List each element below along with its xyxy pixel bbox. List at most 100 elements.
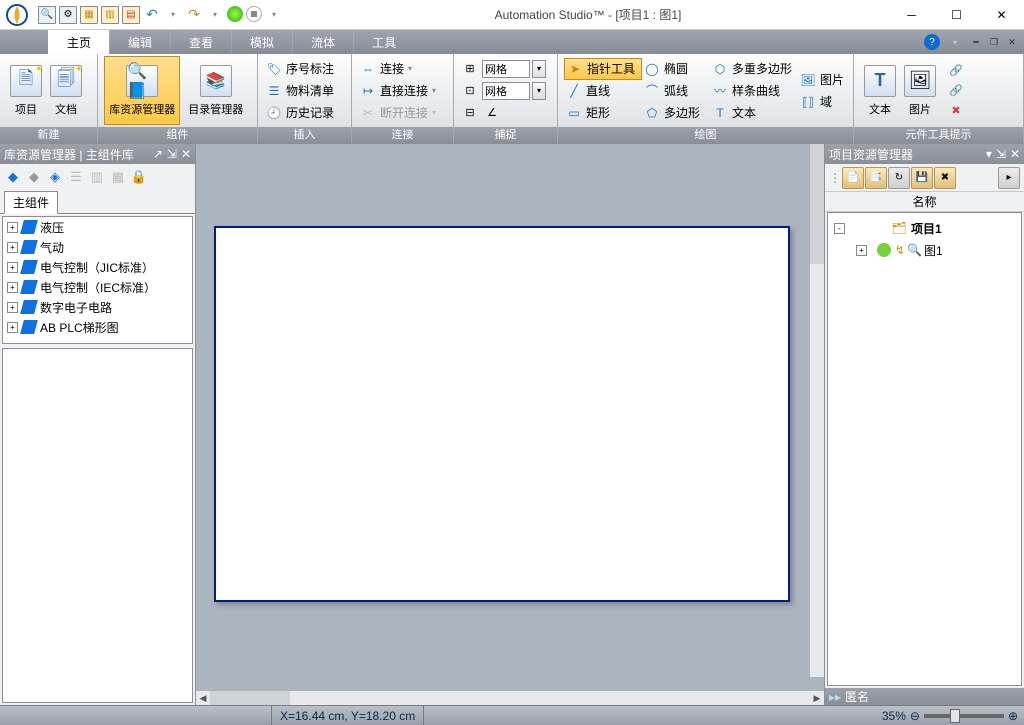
btn-history[interactable]: 🕘历史记录 [264, 102, 336, 124]
btn-tooltip-image[interactable]: 🖼 图片 [900, 56, 940, 125]
rp-more[interactable]: ▸ [998, 167, 1020, 189]
horizontal-scrollbar[interactable]: ◀▶ [196, 691, 824, 705]
unlink-icon: ✂ [360, 105, 376, 121]
qat-btn-2[interactable]: ⚙ [59, 6, 77, 24]
lt-3[interactable]: ◈ [46, 168, 64, 186]
tree-row[interactable]: +数字电子电路 [3, 297, 192, 317]
tab-fluid[interactable]: 流体 [292, 30, 353, 54]
btn-direct-connect[interactable]: ↦直接连接▾ [358, 80, 438, 102]
btn-text[interactable]: T文本 [710, 102, 798, 124]
tooltip-text-icon: T [864, 65, 896, 97]
tree-row[interactable]: +AB PLC梯形图 [3, 317, 192, 337]
drawing-page[interactable] [214, 226, 790, 602]
btn-spline[interactable]: 〰样条曲线 [710, 80, 798, 102]
rp-btn-2[interactable]: 📑 [865, 167, 887, 189]
undo-button[interactable]: ↶ [143, 6, 161, 24]
btn-serial-label[interactable]: 🏷序号标注 [264, 58, 336, 80]
qat-btn-5[interactable]: ▤ [122, 6, 140, 24]
vertical-scrollbar[interactable] [810, 144, 824, 677]
tab-home[interactable]: 主页 [48, 30, 109, 54]
subtab-main[interactable]: 主组件 [4, 191, 58, 214]
mdi-minimize[interactable]: ━ [970, 36, 982, 48]
zoom-slider[interactable] [924, 714, 1004, 718]
app-logo[interactable] [2, 1, 32, 29]
btn-tooltip-text[interactable]: T 文本 [860, 56, 900, 125]
btn-image[interactable]: 🖼图片 [798, 69, 848, 91]
zoom-out[interactable]: ⊖ [910, 709, 920, 723]
btn-bom[interactable]: ☰物料清单 [264, 80, 336, 102]
snap-btn-1[interactable]: ⊞ [460, 59, 480, 79]
lt-4[interactable]: ☰ [67, 168, 85, 186]
pin-icon[interactable]: ⇲ [996, 147, 1006, 161]
tab-simulate[interactable]: 模拟 [231, 30, 292, 54]
maximize-button[interactable]: ☐ [934, 1, 979, 29]
rp-btn-3[interactable]: ↻ [888, 167, 910, 189]
redo-button[interactable]: ↷ [185, 6, 203, 24]
stop-button[interactable] [246, 6, 262, 22]
undo-drop[interactable]: ▾ [164, 6, 182, 24]
tab-edit[interactable]: 编辑 [109, 30, 170, 54]
lt-6[interactable]: ▦ [109, 168, 127, 186]
document-node[interactable]: + ↯ 🔍 图1 [828, 239, 1021, 261]
project-tree[interactable]: - 🗂 项目1 + ↯ 🔍 图1 [827, 212, 1022, 686]
close-button[interactable]: ✕ [979, 1, 1024, 29]
btn-new-document[interactable]: 🗐✦ 文档 [46, 56, 86, 125]
ellipse-icon: ◯ [644, 61, 660, 77]
close-panel[interactable]: ✕ [181, 147, 191, 161]
btn-polygon[interactable]: ⬠多边形 [642, 102, 710, 124]
tree-row[interactable]: +电气控制（JIC标准） [3, 257, 192, 277]
lt-2[interactable]: ◆ [25, 168, 43, 186]
snap-btn-3[interactable]: ⊟ [460, 103, 480, 123]
btn-catalog-manager[interactable]: 📚 目录管理器 [180, 56, 251, 125]
tab-tools[interactable]: 工具 [353, 30, 414, 54]
tt-btn-3[interactable]: ✖ [946, 101, 966, 121]
mdi-close[interactable]: ✕ [1006, 36, 1018, 48]
play-button[interactable] [227, 6, 243, 22]
snap-btn-4[interactable]: ∠ [482, 103, 502, 123]
grid-combo-2[interactable]: 网格▾ [482, 81, 546, 101]
btn-multipoly[interactable]: ⬡多重多边形 [710, 58, 798, 80]
opts-icon[interactable]: ▾ [986, 147, 992, 161]
tree-row[interactable]: +电气控制（IEC标准） [3, 277, 192, 297]
tt-btn-1[interactable]: 🔗 [946, 61, 966, 81]
opts-icon[interactable]: ↗ [153, 147, 163, 161]
redo-drop[interactable]: ▾ [206, 6, 224, 24]
tree-row[interactable]: +液压 [3, 217, 192, 237]
qat-btn-1[interactable]: 🔍 [38, 6, 56, 24]
mdi-restore[interactable]: ❐ [988, 36, 1000, 48]
lt-1[interactable]: ◆ [4, 168, 22, 186]
help-drop[interactable]: ▾ [946, 33, 964, 51]
component-tree[interactable]: +液压 +气动 +电气控制（JIC标准） +电气控制（IEC标准） +数字电子电… [2, 216, 193, 344]
grid-combo-1[interactable]: 网格▾ [482, 59, 546, 79]
btn-pointer[interactable]: ➤指针工具 [564, 58, 642, 80]
rp-btn-4[interactable]: 💾 [911, 167, 933, 189]
rp-btn-5[interactable]: ✖ [934, 167, 956, 189]
minimize-button[interactable]: ─ [889, 1, 934, 29]
project-node[interactable]: - 🗂 项目1 [828, 217, 1021, 239]
snap-btn-2[interactable]: ⊡ [460, 81, 480, 101]
btn-library-explorer[interactable]: 🔍📘 库资源管理器 [104, 56, 180, 125]
btn-arc[interactable]: ⌒弧线 [642, 80, 710, 102]
close-panel[interactable]: ✕ [1010, 147, 1020, 161]
btn-rect[interactable]: ▭矩形 [564, 102, 642, 124]
qat-more[interactable]: ▾ [265, 6, 283, 24]
btn-new-project[interactable]: 🗎✦ 项目 [6, 56, 46, 125]
btn-disconnect[interactable]: ✂断开连接▾ [358, 102, 438, 124]
arc-icon: ⌒ [644, 83, 660, 99]
rp-btn-1[interactable]: 📄 [842, 167, 864, 189]
help-button[interactable]: ? [924, 34, 940, 50]
quick-access-toolbar: 🔍 ⚙ ▦ ▥ ▤ ↶ ▾ ↷ ▾ ▾ [34, 6, 287, 24]
tab-view[interactable]: 查看 [170, 30, 231, 54]
tree-row[interactable]: +气动 [3, 237, 192, 257]
qat-btn-4[interactable]: ▥ [101, 6, 119, 24]
lt-7[interactable]: 🔒 [130, 168, 148, 186]
btn-ellipse[interactable]: ◯椭圆 [642, 58, 710, 80]
btn-field[interactable]: ⟦⟧域 [798, 91, 848, 113]
qat-btn-3[interactable]: ▦ [80, 6, 98, 24]
tt-btn-2[interactable]: 🔗 [946, 81, 966, 101]
lt-5[interactable]: ▥ [88, 168, 106, 186]
zoom-in[interactable]: ⊕ [1008, 709, 1018, 723]
btn-line[interactable]: ╱直线 [564, 80, 642, 102]
btn-connect[interactable]: ⇔连接▾ [358, 58, 438, 80]
pin-icon[interactable]: ⇲ [167, 147, 177, 161]
